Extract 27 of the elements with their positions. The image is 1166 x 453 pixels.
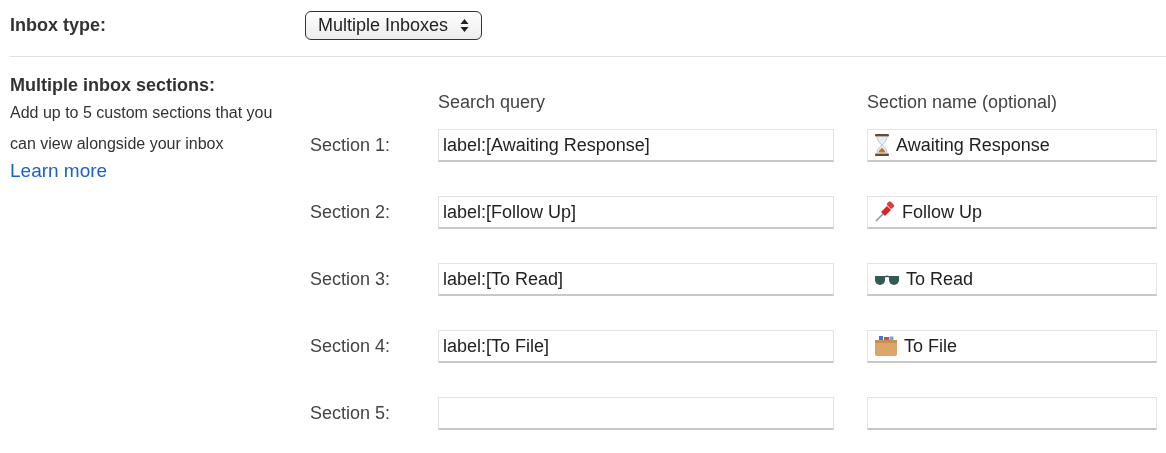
section-name-field[interactable]: To Read <box>867 263 1157 296</box>
pushpin-icon <box>874 201 896 223</box>
column-header: Section name (optional) <box>867 91 1058 114</box>
section-title: Multiple inbox sections: <box>10 74 216 96</box>
query-field[interactable]: label:[To Read] <box>438 263 834 296</box>
section-name-field[interactable]: Follow Up <box>867 196 1157 229</box>
section-label: Section 1: <box>310 134 392 157</box>
sunglasses-icon <box>874 273 900 285</box>
section-name-field[interactable] <box>867 397 1157 430</box>
section-label: Section 4: <box>310 335 392 358</box>
hourglass-icon <box>874 134 890 156</box>
setting-label: Inbox type: <box>10 13 107 37</box>
section-label: Section 3: <box>310 268 392 291</box>
query-field[interactable] <box>438 397 834 430</box>
learn-more-link[interactable]: Learn more <box>10 159 108 183</box>
query-field[interactable]: label:[Awaiting Response] <box>438 129 834 162</box>
section-label: Section 5: <box>310 402 392 425</box>
section-name-field[interactable]: To File <box>867 330 1157 363</box>
inbox-type-select[interactable]: Multiple Inboxes <box>305 10 483 40</box>
updown-caret-icon <box>460 17 470 33</box>
query-field[interactable]: label:[To File] <box>438 330 834 363</box>
column-header: Search query <box>438 91 546 114</box>
query-field[interactable]: label:[Follow Up] <box>438 196 834 229</box>
file-box-icon <box>874 335 898 357</box>
section-name-field[interactable]: Awaiting Response <box>867 129 1157 162</box>
description-text: Add up to 5 custom sections that you can view alongside your inbox <box>10 103 274 154</box>
section-label: Section 2: <box>310 201 392 224</box>
